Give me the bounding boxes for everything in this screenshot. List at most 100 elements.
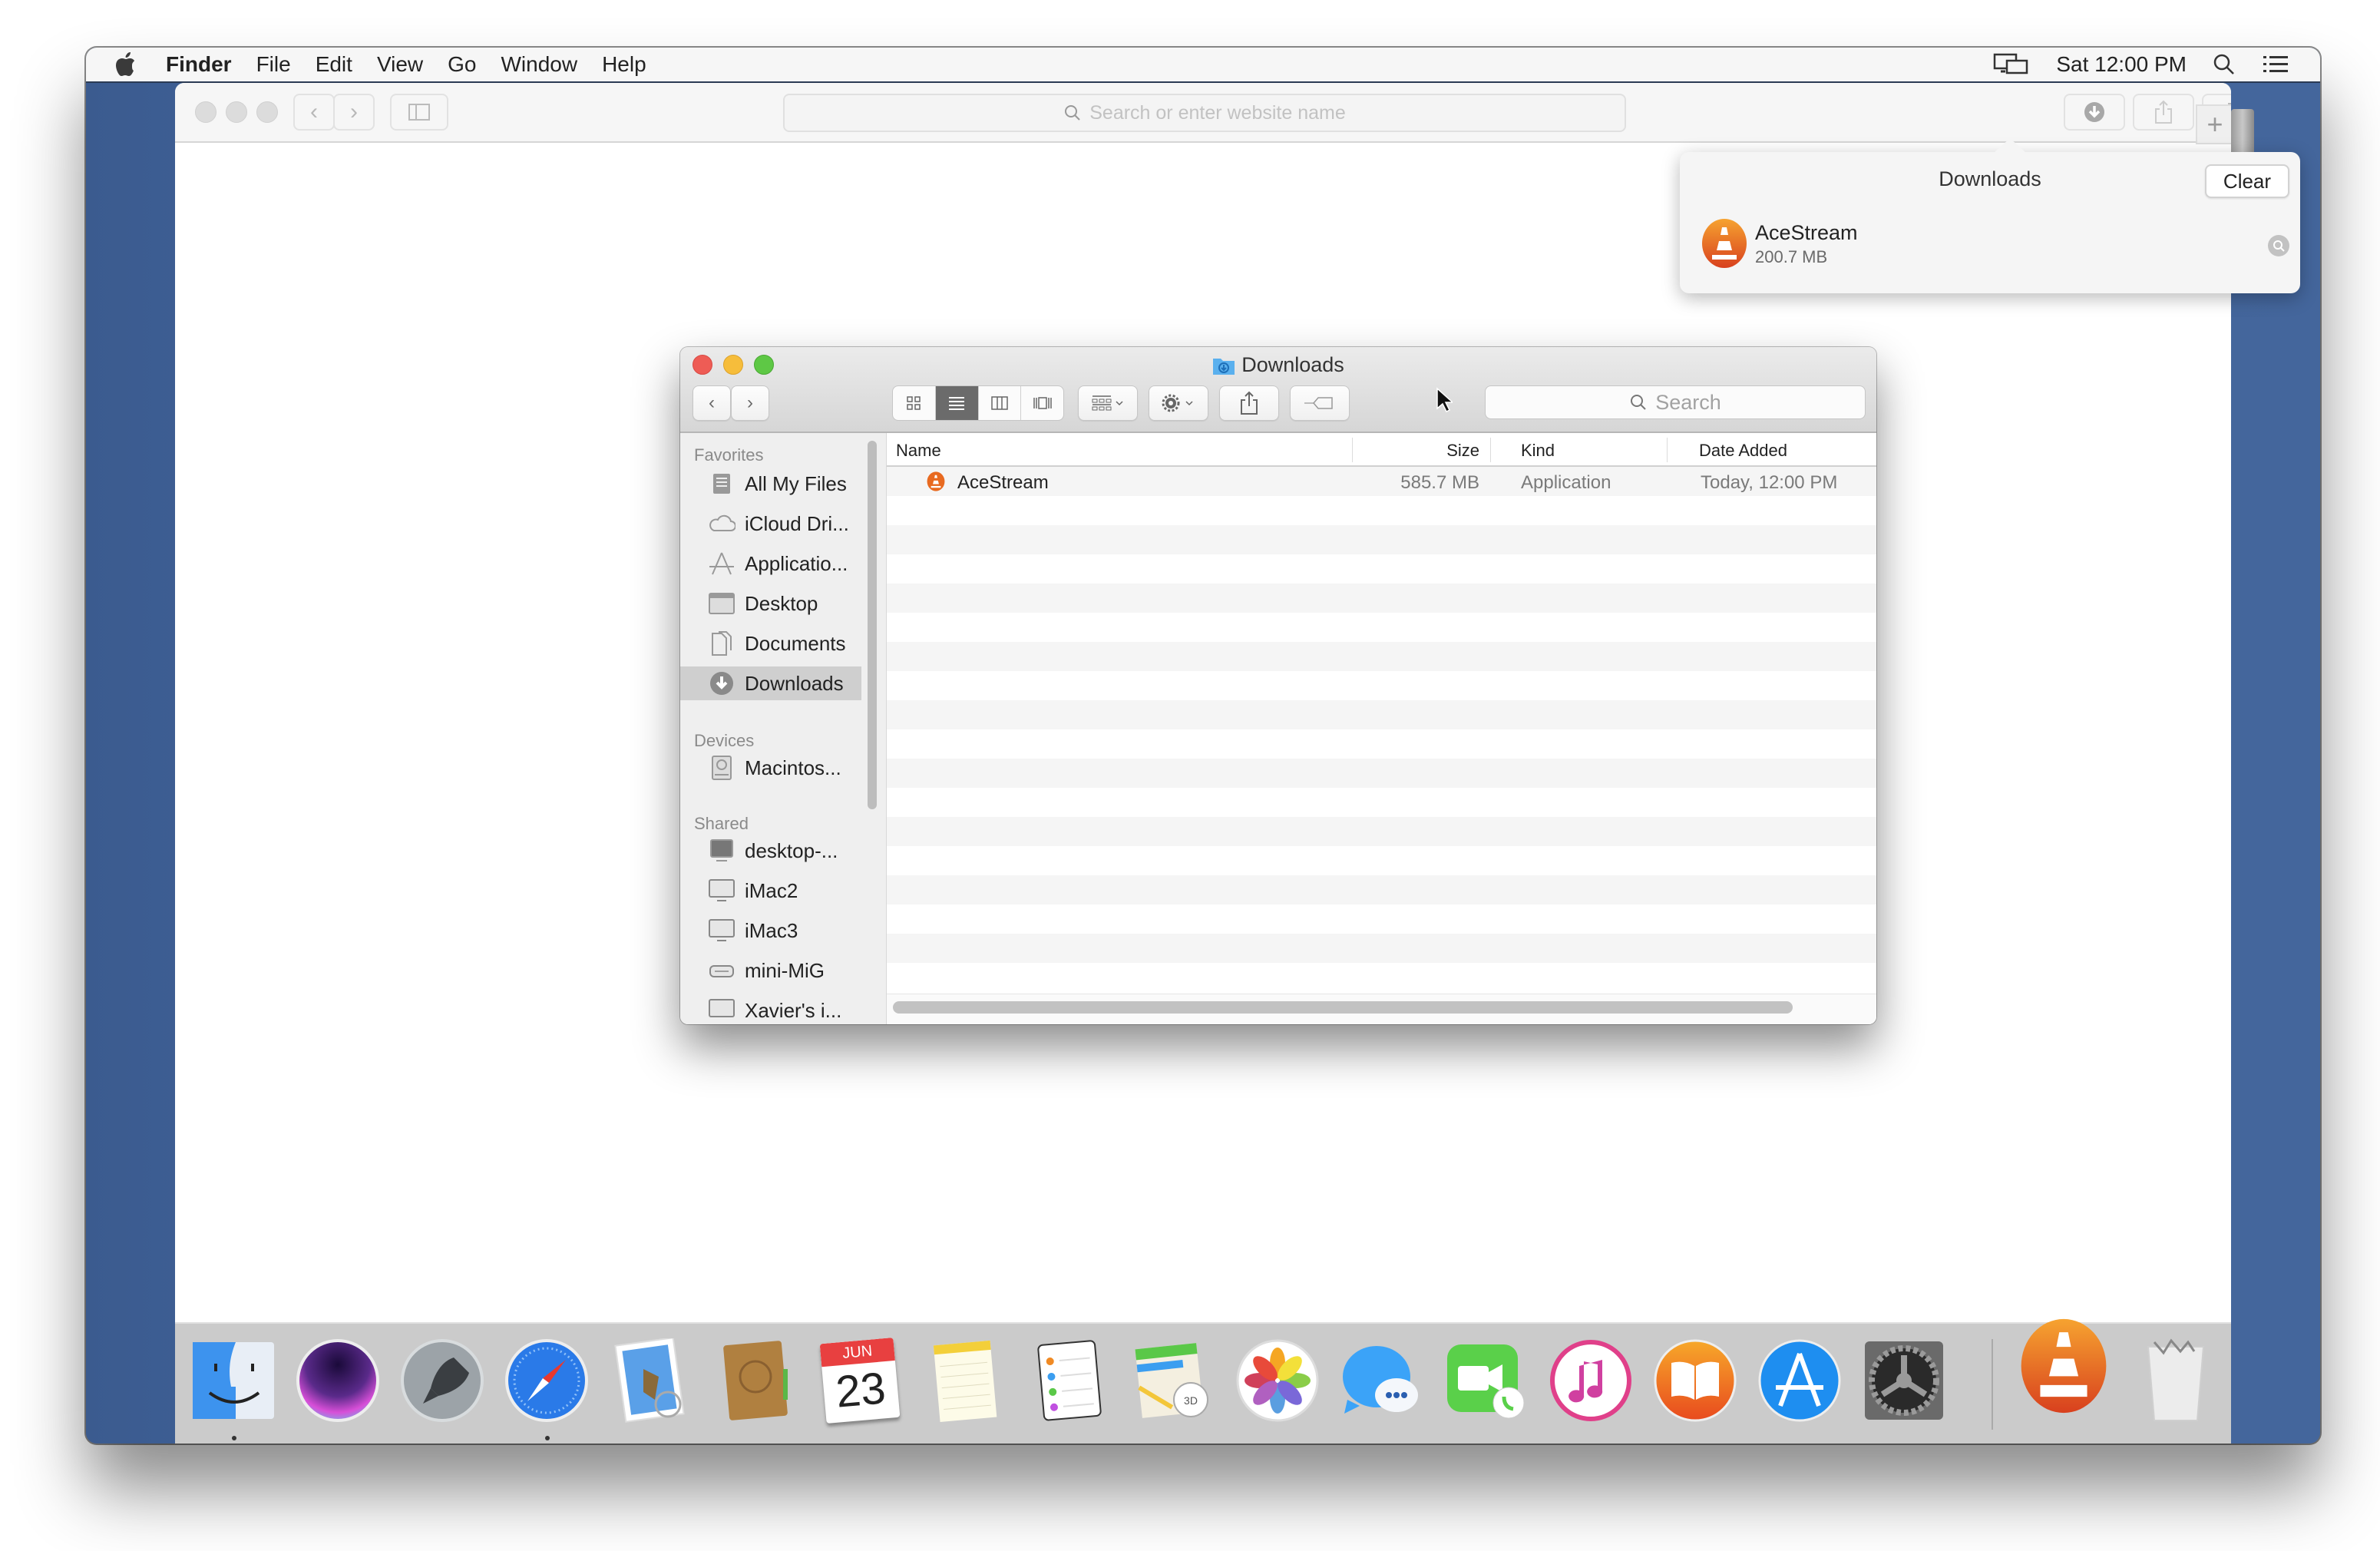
sidebar-item-applications[interactable]: Applicatio...	[680, 547, 861, 580]
icon-view-button[interactable]	[893, 386, 936, 420]
empty-row	[887, 934, 1876, 963]
new-tab-button[interactable]: +	[2196, 104, 2231, 144]
close-button[interactable]	[195, 101, 217, 123]
sidebar-item-downloads[interactable]: Downloads	[680, 666, 861, 700]
minimize-button[interactable]	[226, 101, 247, 123]
forward-button[interactable]: ›	[333, 94, 375, 131]
dock-system-preferences[interactable]	[1861, 1338, 1947, 1424]
calendar-day: 23	[834, 1363, 888, 1417]
mac-mini-icon	[709, 965, 734, 977]
menu-bar: Finder File Edit View Go Window Help Sat…	[86, 48, 2320, 83]
file-name: AceStream	[957, 472, 1049, 493]
zoom-button[interactable]	[256, 101, 278, 123]
share-button[interactable]	[2133, 94, 2194, 131]
notes-pad-icon	[933, 1340, 997, 1422]
sidebar-item-label: desktop-...	[745, 838, 838, 862]
file-rows: AceStream 585.7 MB Application Today, 12…	[887, 467, 1876, 994]
dock-app-store[interactable]	[1757, 1338, 1843, 1424]
menu-help[interactable]: Help	[590, 52, 659, 77]
sidebar-item-all-my-files[interactable]: All My Files	[680, 467, 861, 501]
table-row[interactable]: AceStream 585.7 MB Application Today, 12…	[887, 467, 1876, 496]
sidebar-item-imac2[interactable]: iMac2	[680, 874, 861, 908]
dock-siri[interactable]	[295, 1338, 381, 1424]
column-separator[interactable]	[1352, 438, 1353, 462]
dock-reminders[interactable]	[1026, 1338, 1112, 1424]
forward-button[interactable]: ›	[731, 385, 769, 421]
menu-file[interactable]: File	[244, 52, 303, 77]
sidebar-item-imac3[interactable]: iMac3	[680, 914, 861, 947]
arrange-button[interactable]	[1078, 385, 1138, 421]
tag-icon	[1304, 397, 1333, 409]
dock-launchpad[interactable]	[399, 1338, 485, 1424]
sidebar-item-icloud-drive[interactable]: iCloud Dri...	[680, 507, 861, 541]
dock-calendar[interactable]: JUN 23	[817, 1338, 903, 1424]
menu-edit[interactable]: Edit	[303, 52, 365, 77]
sidebar-item-xaviers-imac[interactable]: Xavier's i...	[680, 994, 861, 1024]
search-placeholder: Search	[1655, 390, 1721, 414]
vlc-cone-icon	[1702, 219, 1747, 268]
action-button[interactable]	[1149, 385, 1208, 421]
sidebar-item-desktop[interactable]: Desktop	[680, 587, 861, 620]
apple-icon[interactable]	[114, 51, 137, 78]
dock-trash[interactable]	[2133, 1338, 2219, 1424]
sidebar-item-mini-mig[interactable]: mini-MiG	[680, 954, 861, 987]
dock-ibooks[interactable]	[1652, 1338, 1738, 1424]
horizontal-scrollbar[interactable]	[893, 1001, 1793, 1014]
running-indicator	[232, 1436, 236, 1440]
dock-maps[interactable]: 3D	[1130, 1338, 1216, 1424]
menu-clock[interactable]: Sat 12:00 PM	[2056, 52, 2187, 77]
column-header-kind[interactable]: Kind	[1521, 441, 1555, 461]
column-header-size[interactable]: Size	[1424, 441, 1479, 461]
imac-icon	[709, 919, 735, 941]
dock-contacts[interactable]	[712, 1338, 798, 1424]
download-item[interactable]: AceStream 200.7 MB	[1680, 212, 2300, 281]
column-header-date-added[interactable]: Date Added	[1699, 441, 1787, 461]
dock-notes[interactable]	[921, 1338, 1007, 1424]
file-size: 585.7 MB	[1400, 472, 1479, 493]
sidebar-item-label: Macintos...	[745, 756, 841, 779]
sidebar-button[interactable]	[390, 94, 448, 131]
itunes-note-icon	[1550, 1340, 1631, 1421]
sidebar-item-label: Desktop	[745, 591, 818, 615]
back-button[interactable]: ‹	[693, 385, 731, 421]
dock-safari[interactable]	[504, 1338, 590, 1424]
downloads-button[interactable]	[2064, 94, 2125, 131]
spotlight-search-icon[interactable]	[2213, 53, 2236, 76]
menu-view[interactable]: View	[365, 52, 435, 77]
dock-messages[interactable]	[1339, 1338, 1425, 1424]
column-separator[interactable]	[1667, 438, 1668, 462]
menu-window[interactable]: Window	[488, 52, 590, 77]
column-view-button[interactable]	[979, 386, 1022, 420]
list-view-button[interactable]	[935, 386, 979, 420]
imac-icon	[709, 879, 735, 901]
sidebar-scrollbar[interactable]	[868, 441, 877, 809]
screen-mirroring-icon[interactable]	[1993, 53, 2030, 76]
search-field[interactable]: Search	[1485, 385, 1866, 419]
sidebar-item-documents[interactable]: Documents	[680, 627, 861, 660]
dock-finder[interactable]	[190, 1338, 276, 1424]
dock-photos[interactable]	[1235, 1338, 1321, 1424]
app-store-icon	[1758, 1339, 1841, 1422]
dock-acestream[interactable]	[2018, 1316, 2110, 1416]
dock-mail[interactable]	[608, 1338, 694, 1424]
column-separator[interactable]	[1490, 438, 1491, 462]
dock-facetime[interactable]	[1443, 1338, 1529, 1424]
reveal-in-finder-button[interactable]	[2268, 235, 2289, 256]
column-header-name[interactable]: Name	[896, 441, 941, 461]
sidebar-item-desktop-pc[interactable]: desktop-...	[680, 834, 861, 868]
cover-flow-view-button[interactable]	[1021, 386, 1063, 420]
sidebar-item-macintosh-hd[interactable]: Macintos...	[680, 751, 861, 785]
menu-go[interactable]: Go	[435, 52, 488, 77]
cloud-icon	[709, 514, 735, 531]
tags-button[interactable]	[1290, 385, 1350, 421]
window-title: Downloads	[680, 353, 1876, 377]
empty-row	[887, 846, 1876, 875]
notification-center-icon[interactable]	[2262, 54, 2289, 75]
address-bar[interactable]: Search or enter website name	[783, 94, 1626, 132]
clear-button[interactable]: Clear	[2205, 164, 2289, 198]
dock-itunes[interactable]	[1548, 1338, 1634, 1424]
hard-drive-icon	[712, 756, 732, 780]
share-button[interactable]	[1219, 385, 1279, 421]
back-button[interactable]: ‹	[293, 94, 335, 131]
menu-app-name[interactable]: Finder	[154, 52, 244, 77]
